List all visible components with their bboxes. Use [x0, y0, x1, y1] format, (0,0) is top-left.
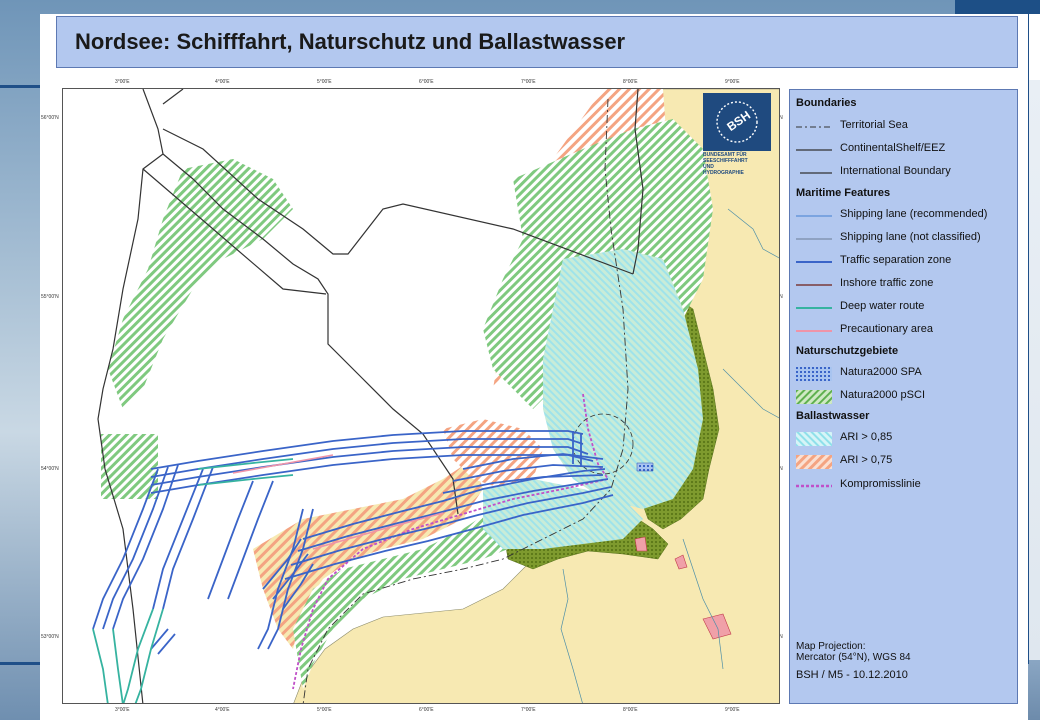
- background-bar: [0, 85, 40, 88]
- tick-top: 9°00'E: [725, 79, 740, 85]
- kompromiss-symbol: [796, 484, 832, 488]
- deep-water-symbol: [796, 307, 832, 309]
- logo-name: BUNDESAMT FÜR SEESCHIFFFAHRT UND HYDROGR…: [703, 152, 773, 176]
- tick-top: 7°00'E: [521, 79, 536, 85]
- natura2000-psci-symbol: [796, 390, 832, 404]
- legend-heading-nature: Naturschutzgebiete: [796, 345, 899, 357]
- tick-bottom: 8°00'E: [623, 707, 638, 713]
- map-title: Nordsee: Schifffahrt, Naturschutz und Ba…: [75, 29, 626, 54]
- shipping-lane-recommended-symbol: [796, 215, 832, 217]
- tick-bottom: 9°00'E: [725, 707, 740, 713]
- title-bar: Nordsee: Schifffahrt, Naturschutz und Ba…: [56, 16, 1018, 68]
- international-boundary-symbol: [800, 172, 832, 174]
- ari-085-symbol: [796, 432, 832, 446]
- inshore-traffic-symbol: [796, 284, 832, 286]
- natura2000-psci-area: [108, 159, 293, 409]
- tick-bottom: 4°00'E: [215, 707, 230, 713]
- tick-top: 5°00'E: [317, 79, 332, 85]
- natura2000-spa-symbol: [796, 367, 832, 381]
- territorial-sea-symbol: [796, 126, 832, 128]
- tick-top: 6°00'E: [419, 79, 434, 85]
- tick-top: 3°00'E: [115, 79, 130, 85]
- tick-left: 53°00'N: [41, 634, 59, 640]
- tick-bottom: 3°00'E: [115, 707, 130, 713]
- natura2000-spa-area: [636, 462, 654, 472]
- map-canvas: [62, 88, 780, 704]
- map-svg: [92, 89, 779, 703]
- ari-075-symbol: [796, 455, 832, 469]
- tick-bottom: 5°00'E: [317, 707, 332, 713]
- tick-left: 55°00'N: [41, 294, 59, 300]
- restricted-area: [634, 536, 648, 552]
- legend-credit: BSH / M5 - 10.12.2010: [796, 669, 908, 681]
- traffic-separation-symbol: [796, 261, 832, 263]
- legend-heading-maritime: Maritime Features: [796, 187, 891, 199]
- tick-left: 54°00'N: [41, 466, 59, 472]
- legend-heading-ballast: Ballastwasser: [796, 410, 870, 422]
- continental-shelf-symbol: [796, 149, 832, 151]
- tick-bottom: 6°00'E: [419, 707, 434, 713]
- legend-heading-boundaries: Boundaries: [796, 97, 857, 109]
- logo-name-line: HYDROGRAPHIE: [703, 170, 744, 176]
- tick-left: 56°00'N: [41, 115, 59, 121]
- tick-bottom: 7°00'E: [521, 707, 536, 713]
- shipping-lane-unclassified-symbol: [796, 238, 832, 240]
- tick-top: 8°00'E: [623, 79, 638, 85]
- legend-projection-line2: Mercator (54°N), WGS 84: [796, 652, 911, 663]
- tick-top: 4°00'E: [215, 79, 230, 85]
- precautionary-symbol: [796, 330, 832, 332]
- map-legend: Boundaries Territorial Sea ContinentalSh…: [789, 89, 1018, 704]
- background-bar: [0, 662, 40, 665]
- legend-projection-line1: Map Projection:: [796, 641, 866, 652]
